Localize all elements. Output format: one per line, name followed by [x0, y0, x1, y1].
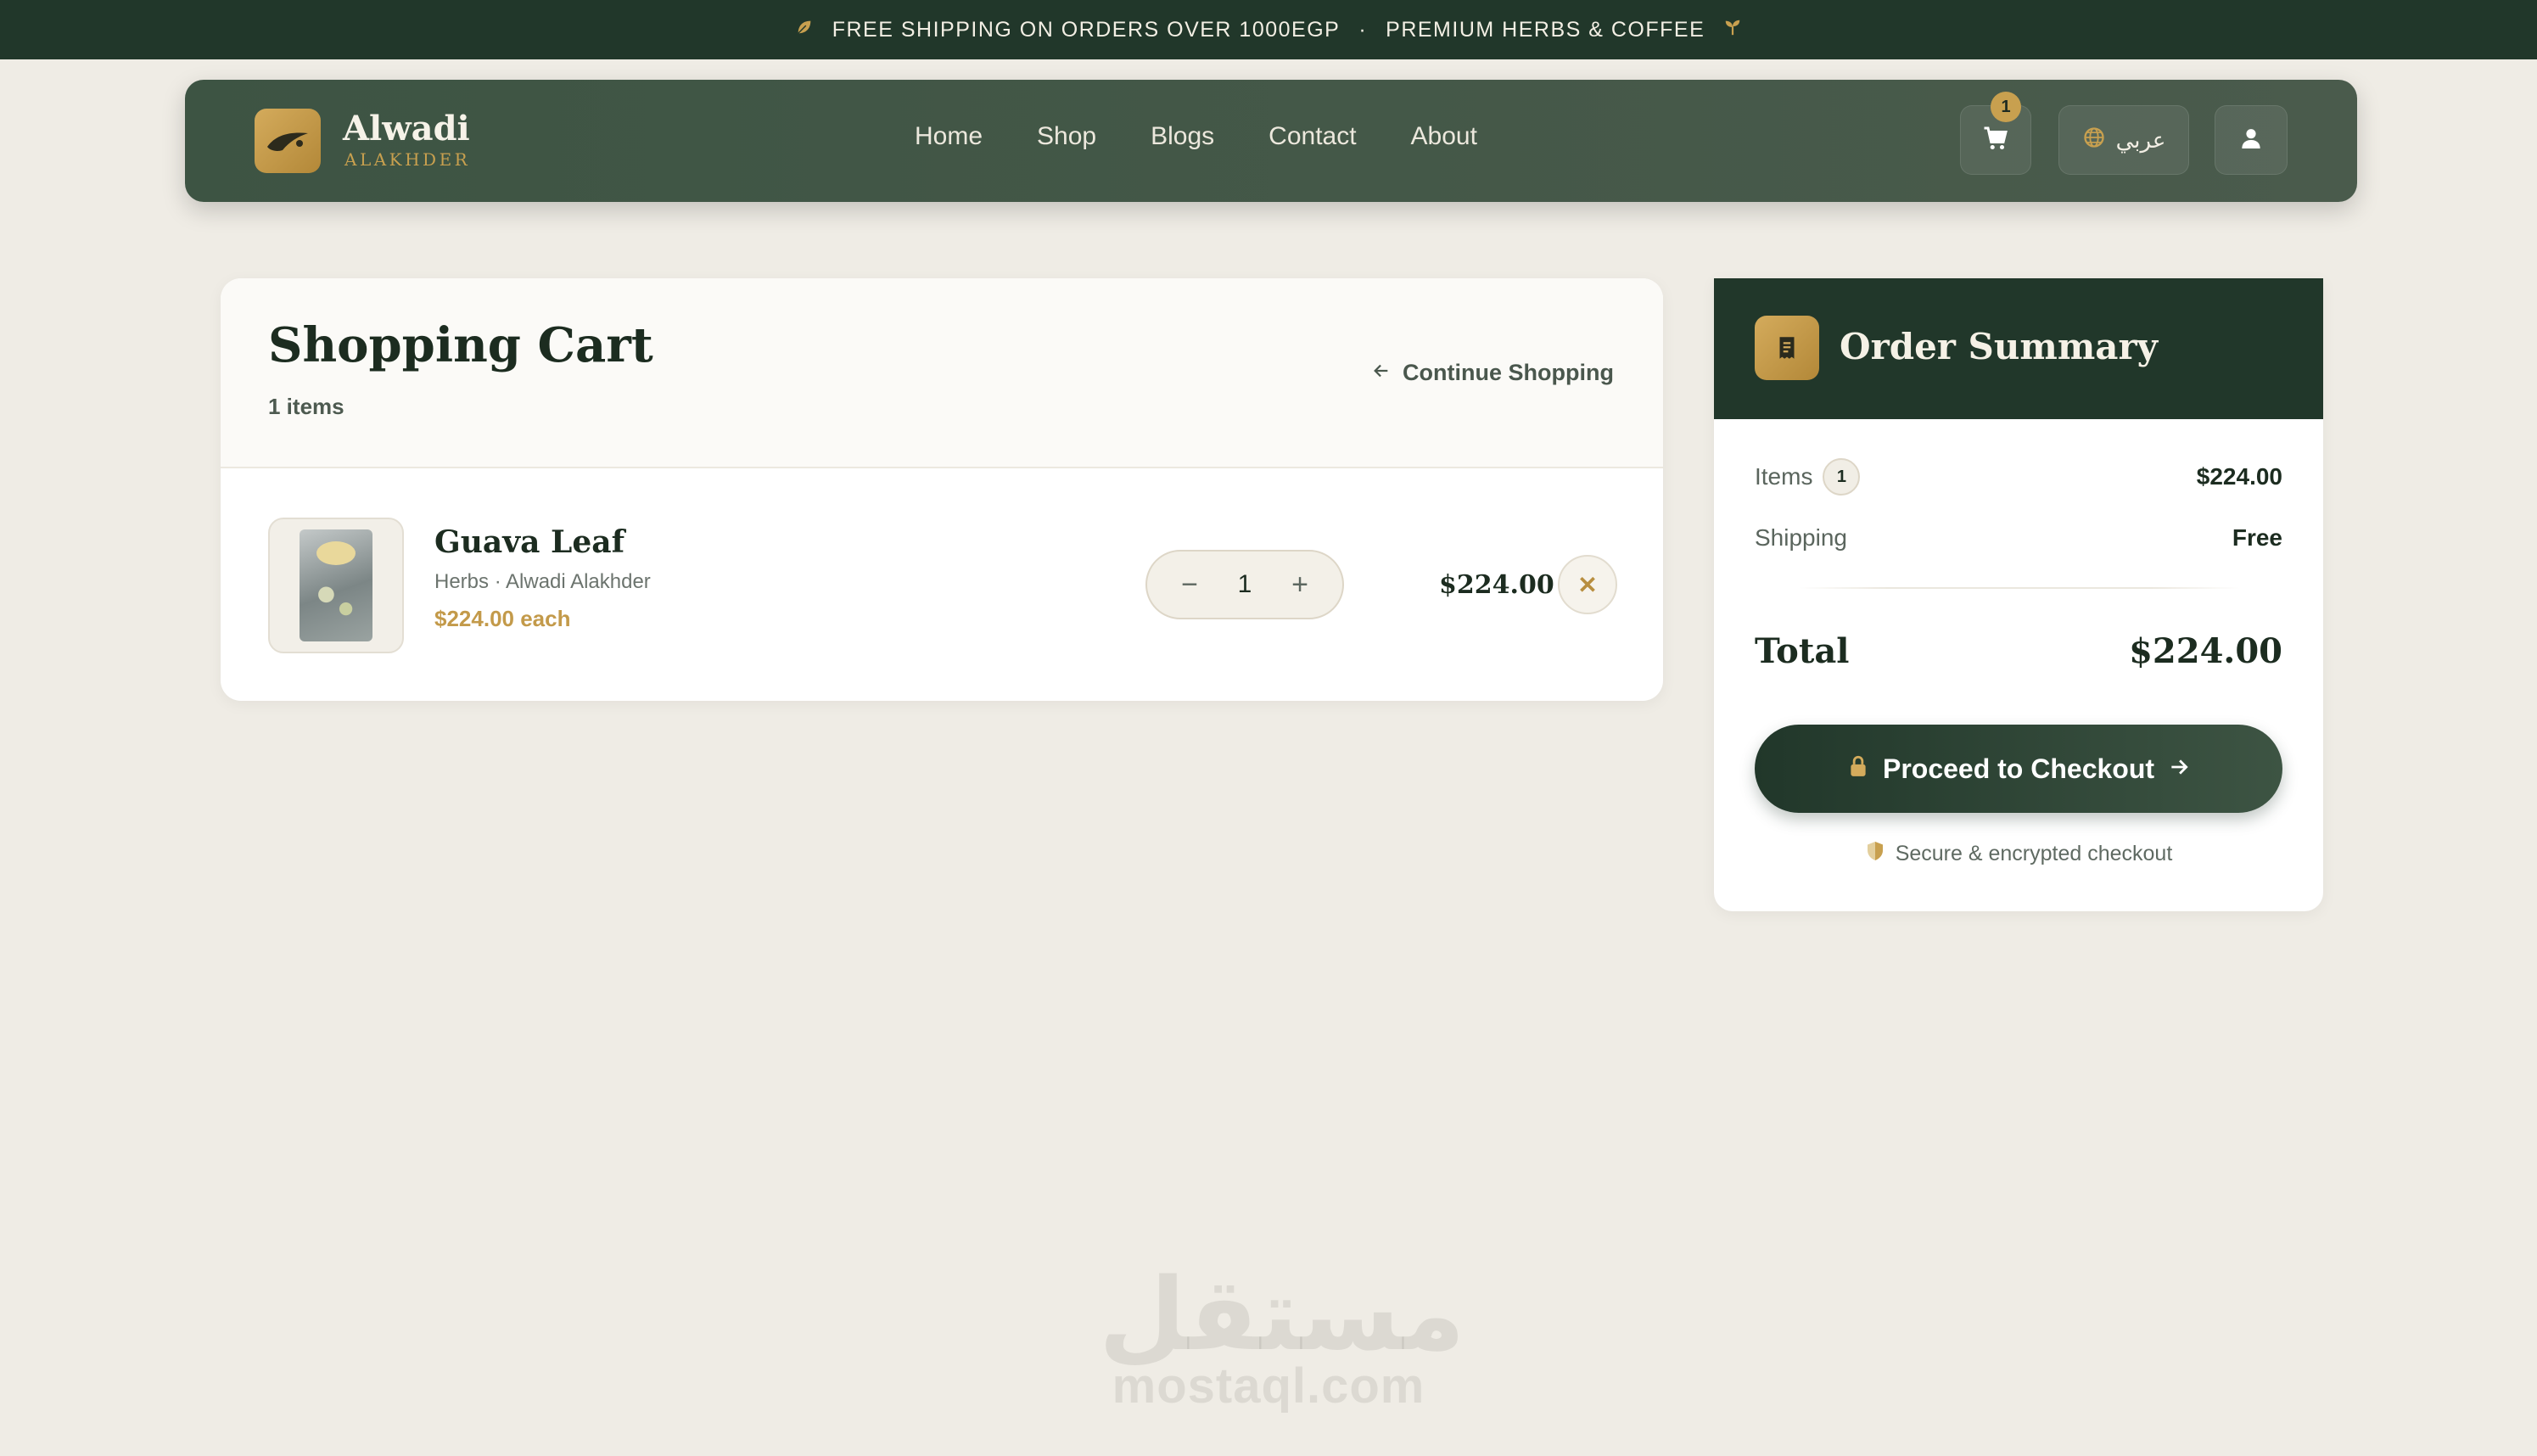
cart-count-badge: 1 [1991, 92, 2021, 122]
summary-shipping-value: Free [2232, 524, 2282, 551]
nav-link-shop[interactable]: Shop [1037, 122, 1096, 151]
arrow-right-icon [2168, 753, 2190, 785]
continue-shopping-label: Continue Shopping [1403, 360, 1614, 385]
order-summary-title: Order Summary [1840, 326, 2159, 367]
quantity-stepper: − 1 + [1145, 550, 1344, 619]
announcement-text: FREE SHIPPING ON ORDERS OVER 1000EGP [832, 17, 1341, 42]
close-icon: ✕ [1577, 571, 1598, 598]
increase-quantity-button[interactable]: + [1285, 568, 1315, 602]
summary-total-label: Total [1755, 631, 1850, 671]
remove-item-button[interactable]: ✕ [1558, 555, 1617, 614]
product-unit-price: $224.00 each [434, 606, 571, 631]
checkout-label: Proceed to Checkout [1882, 753, 2155, 784]
quantity-value: 1 [1237, 570, 1252, 598]
nav-link-contact[interactable]: Contact [1268, 122, 1356, 151]
continue-shopping-link[interactable]: Continue Shopping [1372, 360, 1614, 386]
globe-icon [2082, 126, 2106, 155]
announcement-bar: FREE SHIPPING ON ORDERS OVER 1000EGP · P… [0, 0, 2537, 59]
cart-icon [1980, 123, 2011, 158]
product-package-graphic [300, 529, 372, 641]
cart-item-row: Guava Leaf Herbs · Alwadi Alakhder $224.… [221, 468, 1663, 701]
summary-items-value: $224.00 [2196, 463, 2282, 490]
line-total: $224.00 [1439, 570, 1554, 600]
nav-link-home[interactable]: Home [915, 122, 983, 151]
summary-shipping-label: Shipping [1755, 524, 1847, 551]
language-label: عربي [2115, 126, 2166, 153]
announcement-text-2: PREMIUM HERBS & COFFEE [1386, 17, 1705, 42]
order-summary-header: Order Summary [1714, 278, 2323, 419]
user-icon [2237, 125, 2265, 156]
summary-total-row: Total $224.00 [1755, 631, 2282, 671]
page-title: Shopping Cart [268, 317, 653, 373]
summary-items-row: Items 1 $224.00 [1755, 458, 2282, 496]
product-meta: Herbs · Alwadi Alakhder [434, 570, 651, 593]
summary-items-count-badge: 1 [1823, 458, 1861, 496]
watermark-arabic: مستقل [1099, 1256, 1465, 1373]
announcement-separator: · [1358, 17, 1368, 42]
order-summary-panel: Order Summary Items 1 $224.00 Shipping F… [1714, 278, 2323, 911]
brand-subtitle: ALAKHDER [344, 149, 471, 170]
receipt-icon [1755, 316, 1819, 380]
product-image[interactable] [268, 518, 404, 653]
lock-icon [1847, 753, 1869, 785]
nav-link-blogs[interactable]: Blogs [1151, 122, 1214, 151]
checkout-button[interactable]: Proceed to Checkout [1755, 725, 2282, 813]
cart-item-count: 1 items [268, 394, 344, 419]
shield-icon [1865, 840, 1885, 868]
nav-link-about[interactable]: About [1411, 122, 1477, 151]
brand-name: Alwadi [343, 109, 470, 148]
secure-checkout-note: Secure & encrypted checkout [1714, 840, 2323, 868]
summary-divider [1799, 587, 2240, 589]
language-toggle[interactable]: عربي [2058, 105, 2189, 175]
cart-panel: Shopping Cart 1 items Continue Shopping … [221, 278, 1663, 701]
watermark-latin: mostaql.com [1112, 1358, 1425, 1414]
cart-header: Shopping Cart 1 items Continue Shopping [221, 278, 1663, 468]
account-button[interactable] [2215, 105, 2288, 175]
summary-shipping-row: Shipping Free [1755, 524, 2282, 552]
watermark: مستقل mostaql.com [1099, 1256, 1465, 1414]
product-name[interactable]: Guava Leaf [434, 524, 624, 560]
site-header: Alwadi ALAKHDER Home Shop Blogs Contact … [185, 80, 2357, 202]
leaf-icon [795, 18, 814, 42]
decrease-quantity-button[interactable]: − [1174, 568, 1205, 602]
summary-total-value: $224.00 [2129, 631, 2282, 671]
sprout-icon [1723, 18, 1742, 42]
summary-items-label: Items [1755, 463, 1813, 490]
main-nav: Home Shop Blogs Contact About [915, 122, 1532, 151]
secure-checkout-text: Secure & encrypted checkout [1895, 842, 2173, 865]
brand-logo[interactable] [255, 109, 321, 173]
arrow-left-icon [1372, 360, 1391, 386]
